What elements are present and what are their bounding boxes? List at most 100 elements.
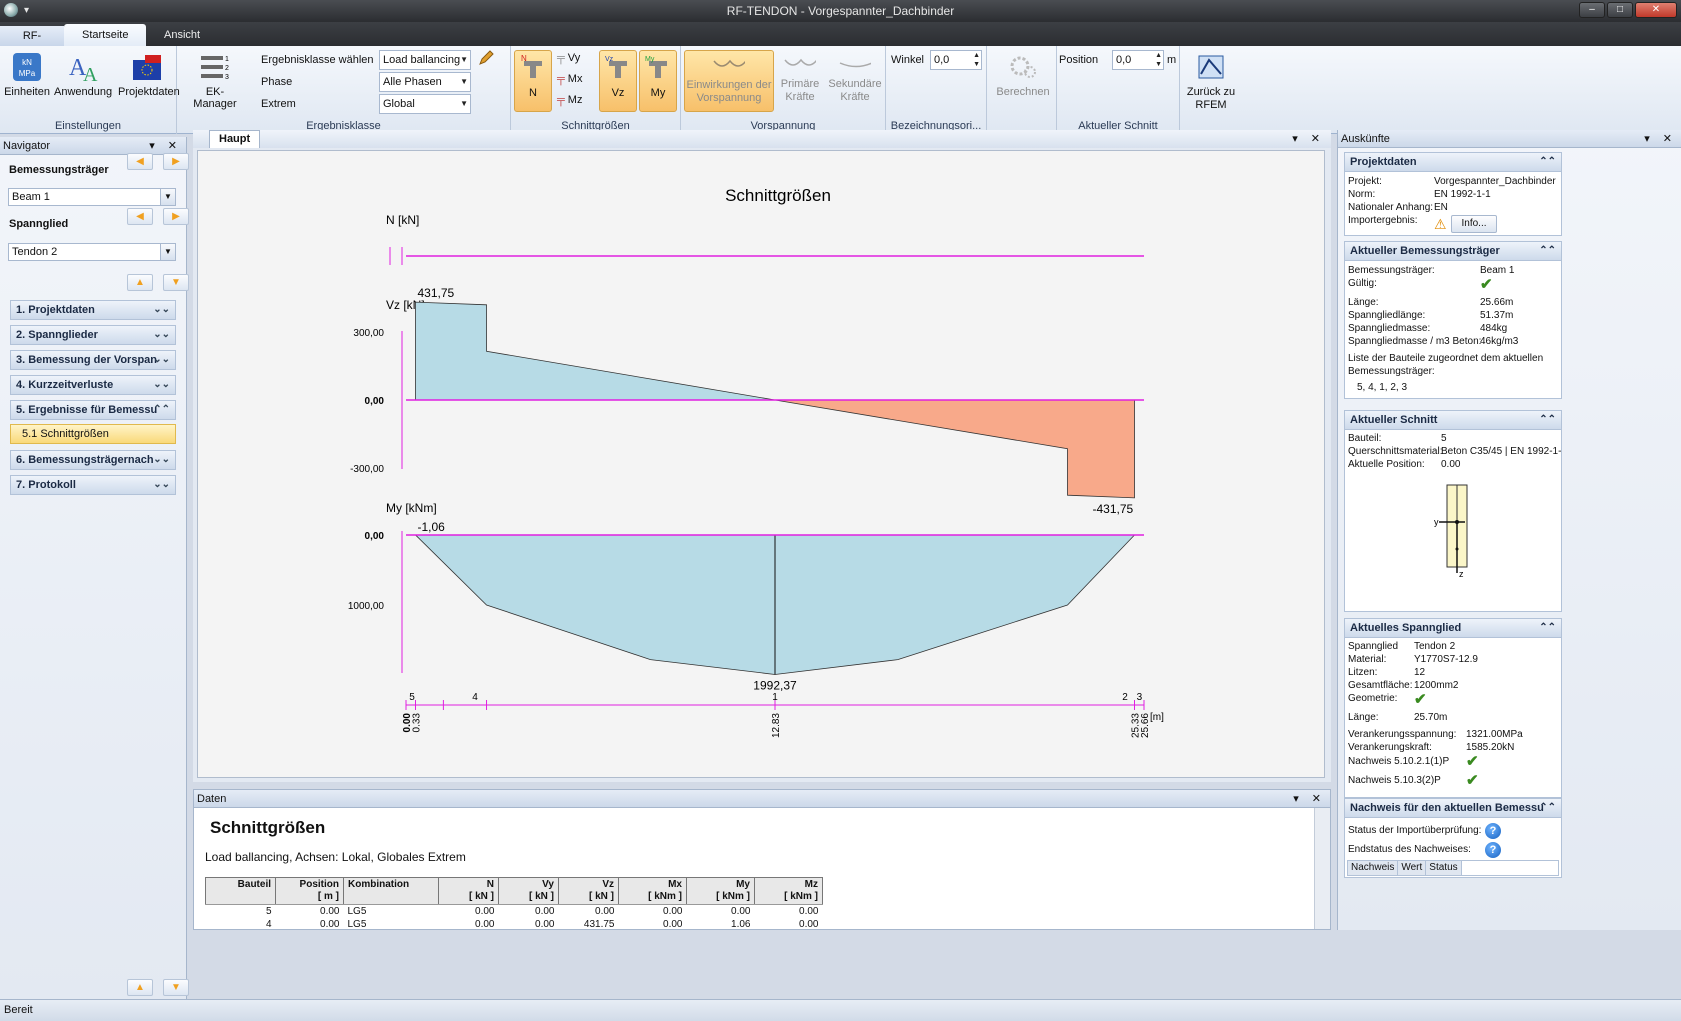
nav-item-traegernachweis[interactable]: 6. Bemessungsträgernach ⌄⌄ [10,450,176,470]
cross-section-icon: y z [1434,484,1468,579]
info-key: Querschnittsmaterial: [1348,446,1443,457]
table-cell: 0.00 [320,919,340,930]
panel-controls-icon[interactable]: ▾ ✕ [1644,130,1677,148]
table-row[interactable]: 4 0.00 LG5 0.00 0.00 431.75 0.00 1.06 0.00 [206,918,823,931]
tab-haupt[interactable]: Haupt [209,130,261,148]
results-table: Bauteil Position[ m ] Kombination N[ kN ]… [205,877,823,931]
sekundaere-kraefte-button[interactable]: Sekundäre Kräfte [827,50,883,104]
info-value: 51.37m [1480,310,1514,321]
schnitt-my-button[interactable]: My My [639,50,677,112]
table-cell: 0.00 [799,919,819,930]
maximize-button[interactable]: □ [1607,2,1633,18]
group-bezeichnung: Winkel 0,0 ▲ ▼ Bezeichnungsori... [886,46,987,134]
section-nachweis: Nachweis für den aktuellen Bemessu ⌃⌃ Sta… [1344,798,1562,878]
nav-item-spannglieder[interactable]: 2. Spannglieder ⌄⌄ [10,325,176,345]
berechnen-button[interactable]: Berechnen [995,50,1051,98]
section-header[interactable]: Nachweis für den aktuellen Bemessu ⌃⌃ [1345,799,1561,818]
section-header[interactable]: Aktueller Schnitt ⌃⌃ [1345,411,1561,430]
tendon-select[interactable]: Tendon 2 ▼ [8,243,176,261]
nachweis-table-header: Nachweis Wert Status [1347,860,1559,876]
schnitt-mz-button[interactable]: ╤ Mz [557,94,582,106]
nav-subitem-schnittgroessen[interactable]: 5.1 Schnittgrößen [10,424,176,444]
section-header[interactable]: Aktueller Bemessungsträger ⌃⌃ [1345,242,1561,261]
help-icon[interactable]: ? [1485,823,1501,839]
nav-scroll-up-button[interactable]: ▲ [127,979,153,996]
vz-min-label: -431,75 [1093,502,1134,516]
info-button[interactable]: Info... [1451,215,1497,233]
vz-negative-area [774,399,1144,499]
app-menu-tab[interactable]: RF-TENDON [0,26,64,62]
group-vorspannung: Einwirkungen der Vorspannung Primäre Krä… [681,46,886,134]
position-input[interactable]: 0,0 ▲ ▼ [1112,50,1164,70]
double-chevron-down-icon: ⌄⌄ [153,479,170,490]
beam-select[interactable]: Beam 1 ▼ [8,188,176,206]
primaere-kraefte-button[interactable]: Primäre Kräfte [777,50,823,104]
projektdaten-button[interactable]: Projektdaten [118,50,180,98]
spin-arrows-icon[interactable]: ▲ ▼ [973,51,980,69]
phase-label: Phase [261,76,293,88]
panel-controls-icon[interactable]: ▾ ✕ [1292,132,1325,145]
info-key: Nachweis 5.10.2.1(1)P [1348,756,1450,767]
nav-down-button[interactable]: ▼ [163,274,189,291]
spin-arrows-icon[interactable]: ▲ ▼ [1155,51,1162,69]
window-title: RF-TENDON - Vorgespannter_Dachbinder [726,4,955,18]
info-value: EN [1434,202,1448,213]
info-key: Status der Importüberprüfung: [1348,825,1482,836]
extrem-select[interactable]: Global ▼ [379,94,471,114]
schnitt-n-button[interactable]: N N [514,50,552,112]
edit-pencil-icon[interactable] [478,50,494,69]
nav-item-bemessung[interactable]: 3. Bemessung der Vorspan ⌄⌄ [10,350,176,370]
axis-z-label: z [1459,569,1464,579]
table-cell: LG5 [347,919,367,930]
minimize-button[interactable]: – [1579,2,1605,18]
phase-select[interactable]: Alle Phasen ▼ [379,72,471,92]
info-value: 12 [1414,667,1426,678]
list-icon: 1 2 3 [199,50,231,84]
nav-scroll-down-button[interactable]: ▼ [163,979,189,996]
nav-item-projektdaten[interactable]: 1. Projektdaten ⌄⌄ [10,300,176,320]
chevron-down-icon: ▼ [460,55,468,64]
schnitt-vy-button[interactable]: ╤ Vy [557,52,580,64]
beam-next-button[interactable]: ▶ [163,153,189,170]
ek-manager-button[interactable]: 123 EK-Manager [187,50,243,110]
close-button[interactable]: ✕ [1635,2,1677,18]
section-header[interactable]: Aktuelles Spannglied ⌃⌃ [1345,619,1561,638]
section-header[interactable]: Projektdaten ⌃⌃ [1345,153,1561,172]
table-row[interactable]: 5 0.00 LG5 0.00 0.00 0.00 0.00 0.00 0.00 [206,905,823,919]
ergebnisklasse-select[interactable]: Load ballancing ▼ [379,50,471,70]
tab-ansicht[interactable]: Ansicht [146,24,218,46]
vz-max-label: 431,75 [417,286,454,300]
tendon-prev-button[interactable]: ◀ [127,208,153,225]
nav-up-button[interactable]: ▲ [127,274,153,291]
font-icon: AA [67,50,99,84]
group-aktueller-schnitt: Position 0,0 ▲ ▼ m Aktueller Schnitt [1057,46,1180,134]
table-header-row: Bauteil Position[ m ] Kombination N[ kN ]… [205,877,823,905]
tab-startseite[interactable]: Startseite [64,24,147,46]
anwendung-button[interactable]: AA Anwendung [54,50,112,98]
info-key: Endstatus des Nachweises: [1348,844,1471,855]
schnitt-mx-button[interactable]: ╤ Mx [557,73,582,85]
my-max-label: 1992,37 [753,678,797,692]
double-chevron-up-icon: ⌃⌃ [153,404,170,415]
vertical-scrollbar[interactable] [1314,808,1330,929]
help-icon[interactable]: ? [1485,842,1501,858]
info-key: Verankerungsspannung: [1348,729,1457,740]
svg-text:A: A [83,64,98,83]
einheiten-button[interactable]: kN MPa Einheiten [4,50,50,98]
tendon-next-button[interactable]: ▶ [163,208,189,225]
einwirkungen-vorspannung-button[interactable]: Einwirkungen der Vorspannung [684,50,774,112]
my-tick-label: 0,00 [365,531,385,542]
column-header: Mx[ kNm ] [618,877,687,905]
x-tick-label: 0.33 [411,713,422,733]
nav-item-ergebnisse[interactable]: 5. Ergebnisse für Bemessu ⌃⌃ [10,400,176,420]
nav-item-kurzzeitverluste[interactable]: 4. Kurzzeitverluste ⌄⌄ [10,375,176,395]
beam-prev-button[interactable]: ◀ [127,153,153,170]
column-header: Nachweis [1348,861,1399,875]
auskuenfte-header: Auskünfte ▾ ✕ [1338,130,1681,148]
zurueck-rfem-button[interactable]: Zurück zu RFEM [1184,50,1238,112]
winkel-input[interactable]: 0,0 ▲ ▼ [930,50,982,70]
info-value: 25.66m [1480,297,1514,308]
nav-item-protokoll[interactable]: 7. Protokoll ⌄⌄ [10,475,176,495]
schnitt-vz-button[interactable]: Vz Vz [599,50,637,112]
panel-controls-icon[interactable]: ▾ ✕ [1293,790,1326,808]
